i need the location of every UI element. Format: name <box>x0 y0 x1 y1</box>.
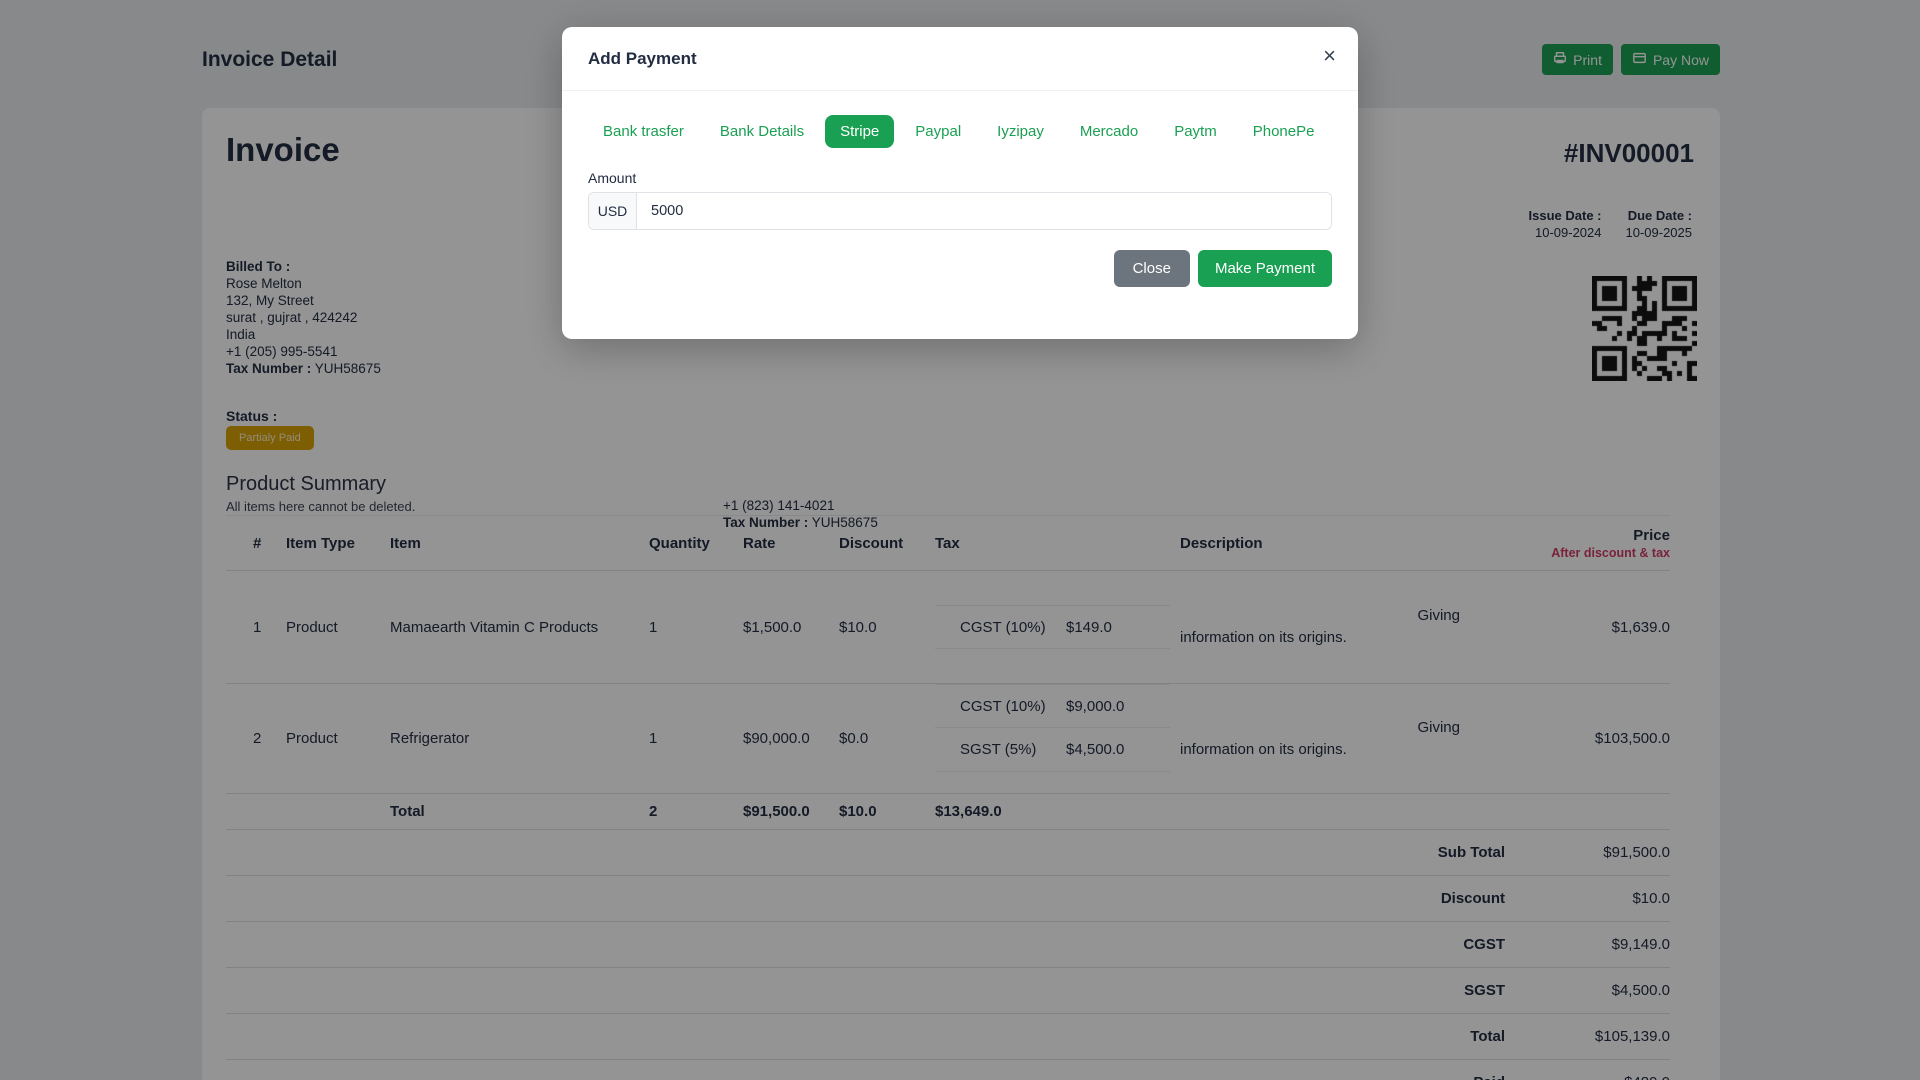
amount-input-group: USD <box>588 192 1332 230</box>
add-payment-modal: Add Payment × Bank trasfer Bank Details … <box>562 27 1358 339</box>
currency-prefix: USD <box>589 193 637 229</box>
modal-header: Add Payment × <box>562 27 1358 91</box>
tab-mercado[interactable]: Mercado <box>1065 115 1153 148</box>
close-icon[interactable]: × <box>1323 45 1336 67</box>
close-button[interactable]: Close <box>1113 250 1190 287</box>
payment-method-tabs: Bank trasfer Bank Details Stripe Paypal … <box>588 115 1332 148</box>
tab-stripe[interactable]: Stripe <box>825 115 895 148</box>
tab-bank-transfer[interactable]: Bank trasfer <box>588 115 699 148</box>
tab-bank-details[interactable]: Bank Details <box>705 115 819 148</box>
tab-phonepe[interactable]: PhonePe <box>1238 115 1330 148</box>
tab-iyzipay[interactable]: Iyzipay <box>982 115 1059 148</box>
modal-footer: Close Make Payment <box>562 230 1358 339</box>
amount-input[interactable] <box>637 193 1331 229</box>
amount-label: Amount <box>588 170 637 186</box>
make-payment-button[interactable]: Make Payment <box>1197 250 1332 287</box>
tab-paytm[interactable]: Paytm <box>1159 115 1232 148</box>
modal-title: Add Payment <box>588 48 697 68</box>
modal-body: Bank trasfer Bank Details Stripe Paypal … <box>562 91 1358 230</box>
tab-paypal[interactable]: Paypal <box>900 115 976 148</box>
